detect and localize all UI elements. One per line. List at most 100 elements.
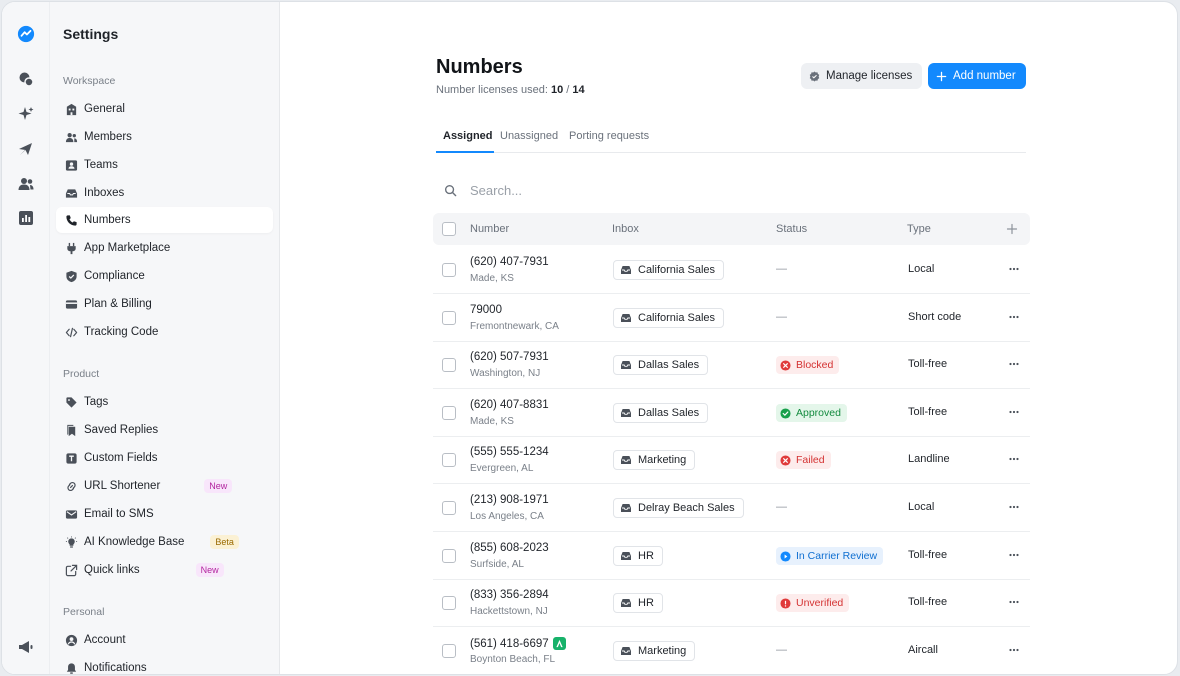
megaphone-icon[interactable] — [16, 637, 36, 657]
tab-assigned[interactable]: Assigned — [443, 130, 493, 142]
more-options-icon[interactable] — [1005, 355, 1023, 373]
plus-icon — [936, 71, 947, 81]
status-empty: — — [776, 501, 787, 513]
table-row[interactable]: (561) 418-6697 Boynton Beach, FL Marketing… — [433, 627, 1030, 674]
sidebar-item-url-shortener[interactable]: URL Shortener New — [56, 473, 273, 499]
new-badge: New — [195, 563, 224, 577]
inbox-chip[interactable]: Delray Beach Sales — [613, 498, 744, 518]
x-circle-icon — [780, 454, 791, 466]
sidebar-item-numbers[interactable]: Numbers — [56, 207, 273, 233]
search-input[interactable] — [470, 182, 870, 198]
phone-number-text: (213) 908-1971 — [470, 494, 549, 506]
inbox-chip[interactable]: HR — [613, 546, 663, 566]
row-checkbox[interactable] — [442, 358, 456, 372]
link-icon — [64, 479, 78, 493]
table-row[interactable]: (555) 555-1234 Evergreen, AL Marketing Fail… — [433, 436, 1030, 484]
add-number-button[interactable]: Add number — [928, 63, 1026, 89]
conversations-icon[interactable] — [16, 69, 36, 89]
sparkles-icon[interactable] — [16, 104, 36, 124]
table-row[interactable]: (620) 407-8831 Made, KS Dallas Sales Approv… — [433, 389, 1030, 437]
beta-badge: Beta — [210, 535, 239, 549]
more-options-icon[interactable] — [1005, 546, 1023, 564]
more-options-icon[interactable] — [1005, 593, 1023, 611]
sidebar-item-tags[interactable]: Tags — [56, 389, 273, 415]
sidebar-item-custom-fields[interactable]: Custom Fields — [56, 445, 273, 471]
tab-unassigned[interactable]: Unassigned — [500, 130, 558, 142]
sidebar-item-account[interactable]: Account — [56, 627, 273, 653]
inbox-name: California Sales — [638, 312, 716, 324]
row-checkbox[interactable] — [442, 406, 456, 420]
table-row[interactable]: (620) 407-7931 Made, KS California Sales — L… — [433, 246, 1030, 294]
row-checkbox[interactable] — [442, 263, 456, 277]
inbox-chip[interactable]: Dallas Sales — [613, 355, 709, 375]
number-location: Evergreen, AL — [470, 463, 534, 474]
inbox-chip[interactable]: HR — [613, 593, 663, 613]
status-empty: — — [776, 311, 787, 323]
search-icon — [444, 184, 457, 196]
status-badge: In Carrier Review — [776, 547, 884, 565]
sidebar-item-label: Compliance — [84, 270, 145, 282]
sidebar-item-app-marketplace[interactable]: App Marketplace — [56, 235, 273, 261]
app-rail — [2, 2, 50, 674]
more-options-icon[interactable] — [1005, 260, 1023, 278]
row-checkbox[interactable] — [442, 501, 456, 515]
table-row[interactable]: (620) 507-7931 Washington, NJ Dallas Sales… — [433, 341, 1030, 389]
inbox-chip[interactable]: California Sales — [613, 260, 725, 280]
select-all-checkbox[interactable] — [442, 222, 456, 236]
row-checkbox[interactable] — [442, 311, 456, 325]
phone-number-text: 79000 — [470, 304, 502, 316]
campaign-icon[interactable] — [16, 139, 36, 159]
logo-icon[interactable] — [16, 24, 36, 44]
sidebar-item-tracking-code[interactable]: Tracking Code — [56, 319, 273, 345]
table-row[interactable]: 79000 Fremontnewark, CA California Sales — S… — [433, 294, 1030, 342]
more-options-icon[interactable] — [1005, 403, 1023, 421]
sidebar-item-teams[interactable]: Teams — [56, 152, 273, 178]
sidebar-item-label: URL Shortener — [84, 480, 161, 492]
row-checkbox[interactable] — [442, 596, 456, 610]
inbox-chip[interactable]: Dallas Sales — [613, 403, 709, 423]
row-checkbox[interactable] — [442, 453, 456, 467]
sidebar-item-label: Plan & Billing — [84, 298, 152, 310]
new-badge: New — [204, 479, 233, 493]
alert-circle-icon — [780, 597, 791, 609]
sidebar-item-inboxes[interactable]: Inboxes — [56, 180, 273, 206]
sidebar-item-label: Account — [84, 634, 126, 646]
phone-number: (620) 507-7931 — [470, 351, 549, 363]
inbox-name: Dallas Sales — [638, 407, 700, 419]
sidebar-item-label: Inboxes — [84, 187, 125, 199]
table-row[interactable]: (833) 356-2894 Hackettstown, NJ HR Unverifi… — [433, 579, 1030, 627]
more-options-icon[interactable] — [1005, 641, 1023, 659]
add-column-icon[interactable] — [1006, 223, 1018, 235]
status-empty: — — [776, 644, 787, 656]
sidebar-item-members[interactable]: Members — [56, 124, 273, 150]
inbox-chip[interactable]: Marketing — [613, 450, 696, 470]
tabs: Assigned Unassigned Porting requests — [436, 122, 1026, 153]
more-options-icon[interactable] — [1005, 450, 1023, 468]
inbox-chip[interactable]: California Sales — [613, 308, 725, 328]
plug-icon — [64, 241, 78, 255]
row-checkbox[interactable] — [442, 549, 456, 563]
sidebar-item-notifications[interactable]: Notifications — [56, 655, 273, 674]
table-row[interactable]: (213) 908-1971 Los Angeles, CA Delray Beac… — [433, 484, 1030, 532]
manage-licenses-button[interactable]: Manage licenses — [801, 63, 923, 89]
table-row[interactable]: (855) 608-2023 Surfside, AL HR In Carrier R… — [433, 532, 1030, 580]
analytics-icon[interactable] — [16, 208, 36, 228]
tab-porting-requests[interactable]: Porting requests — [569, 130, 649, 142]
sidebar-item-general[interactable]: General — [56, 96, 273, 122]
licenses-used: 10 — [550, 84, 564, 96]
sidebar-item-saved-replies[interactable]: Saved Replies — [56, 417, 273, 443]
sidebar-item-plan-billing[interactable]: Plan & Billing — [56, 291, 273, 317]
sidebar-item-ai-knowledge-base[interactable]: AI Knowledge Base Beta — [56, 529, 273, 555]
inbox-chip[interactable]: Marketing — [613, 641, 696, 661]
more-options-icon[interactable] — [1005, 308, 1023, 326]
sidebar-section-product: Product — [63, 368, 100, 380]
status-badge: Failed — [776, 451, 831, 469]
sidebar-item-email-to-sms[interactable]: Email to SMS — [56, 501, 273, 527]
sidebar-item-quick-links[interactable]: Quick links New — [56, 557, 273, 583]
contacts-icon[interactable] — [16, 174, 36, 194]
sidebar-item-compliance[interactable]: Compliance — [56, 263, 273, 289]
email-icon — [64, 507, 78, 521]
row-checkbox[interactable] — [442, 644, 456, 658]
more-options-icon[interactable] — [1005, 498, 1023, 516]
sidebar-item-label: General — [84, 103, 125, 115]
